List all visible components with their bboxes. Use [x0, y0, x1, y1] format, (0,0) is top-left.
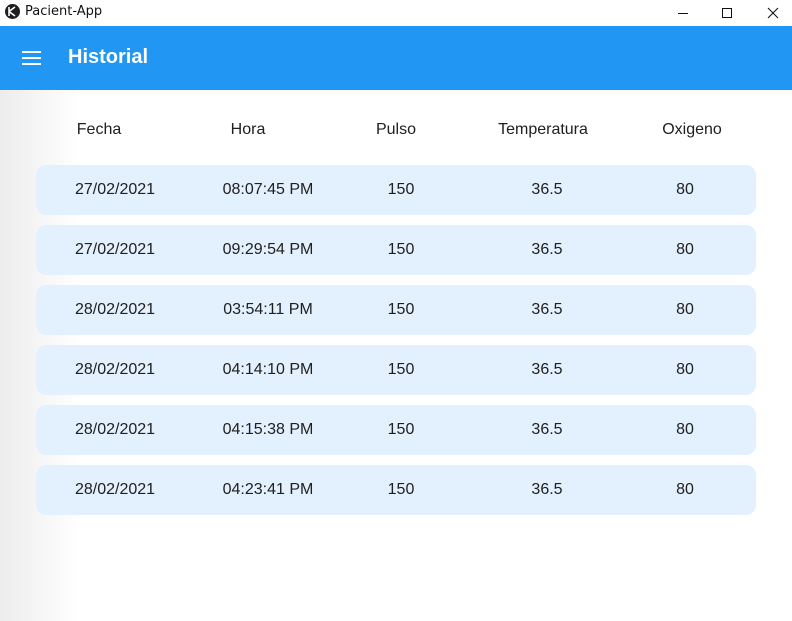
minimize-icon	[678, 13, 688, 14]
cell-hora: 04:23:41 PM	[222, 481, 314, 498]
header-hora: Hora	[230, 121, 266, 138]
table-row[interactable]: 27/02/2021 09:29:54 PM 150 36.5 80	[36, 225, 756, 275]
maximize-icon	[722, 8, 732, 18]
cell-oxigeno: 80	[676, 481, 694, 498]
cell-hora: 08:07:45 PM	[222, 181, 314, 198]
cell-hora: 09:29:54 PM	[222, 241, 314, 258]
header-pulso: Pulso	[375, 121, 417, 138]
header-temperatura: Temperatura	[498, 121, 588, 138]
history-content: Fecha Hora Pulso Temperatura Oxigeno 27/…	[0, 90, 792, 621]
table-row[interactable]: 28/02/2021 04:15:38 PM 150 36.5 80	[36, 405, 756, 455]
cell-oxigeno: 80	[676, 361, 694, 378]
cell-temperatura: 36.5	[531, 241, 563, 258]
cell-hora: 04:14:10 PM	[222, 361, 314, 378]
app-logo-icon	[5, 4, 20, 19]
cell-oxigeno: 80	[676, 181, 694, 198]
cell-temperatura: 36.5	[531, 361, 563, 378]
table-row[interactable]: 28/02/2021 04:14:10 PM 150 36.5 80	[36, 345, 756, 395]
cell-hora: 03:54:11 PM	[223, 301, 313, 318]
cell-fecha: 28/02/2021	[74, 481, 156, 498]
cell-oxigeno: 80	[676, 421, 694, 438]
cell-pulso: 150	[387, 241, 415, 258]
cell-fecha: 28/02/2021	[74, 301, 156, 318]
cell-hora: 04:15:38 PM	[222, 421, 314, 438]
cell-temperatura: 36.5	[531, 181, 563, 198]
table-row[interactable]: 28/02/2021 03:54:11 PM 150 36.5 80	[36, 285, 756, 335]
table-row[interactable]: 28/02/2021 04:23:41 PM 150 36.5 80	[36, 465, 756, 515]
cell-fecha: 27/02/2021	[74, 241, 156, 258]
cell-temperatura: 36.5	[531, 481, 563, 498]
cell-oxigeno: 80	[676, 241, 694, 258]
cell-pulso: 150	[387, 421, 415, 438]
window-title: Pacient-App	[25, 4, 103, 19]
cell-fecha: 27/02/2021	[74, 181, 156, 198]
app-bar: Historial	[0, 26, 792, 90]
menu-icon[interactable]	[22, 51, 42, 65]
close-button[interactable]	[750, 0, 792, 26]
window-titlebar: Pacient-App	[0, 0, 792, 26]
page-title: Historial	[68, 46, 149, 68]
cell-pulso: 150	[387, 181, 415, 198]
cell-pulso: 150	[387, 301, 415, 318]
cell-temperatura: 36.5	[531, 421, 563, 438]
cell-oxigeno: 80	[676, 301, 694, 318]
header-fecha: Fecha	[76, 121, 122, 138]
cell-pulso: 150	[387, 361, 415, 378]
cell-pulso: 150	[387, 481, 415, 498]
minimize-button[interactable]	[660, 0, 706, 26]
table-row[interactable]: 27/02/2021 08:07:45 PM 150 36.5 80	[36, 165, 756, 215]
header-oxigeno: Oxigeno	[662, 121, 722, 138]
cell-fecha: 28/02/2021	[74, 421, 156, 438]
table-header: Fecha Hora Pulso Temperatura Oxigeno	[0, 90, 792, 170]
cell-fecha: 28/02/2021	[74, 361, 156, 378]
close-icon	[767, 7, 779, 19]
maximize-button[interactable]	[704, 0, 750, 26]
cell-temperatura: 36.5	[531, 301, 563, 318]
